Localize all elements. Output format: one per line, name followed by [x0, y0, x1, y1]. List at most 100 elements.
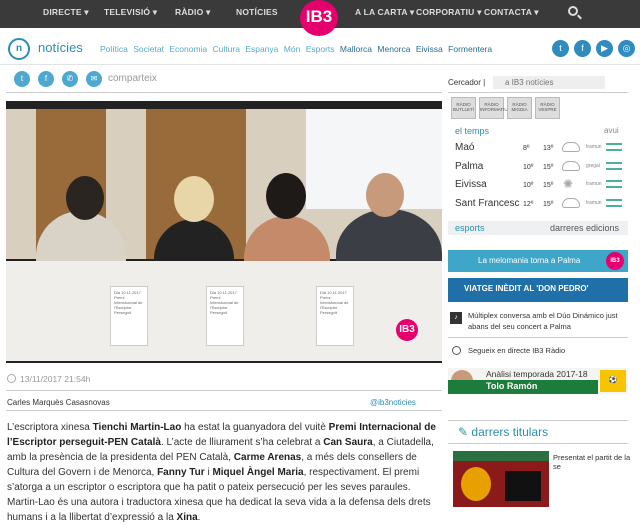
weather-city: Maó: [455, 142, 475, 153]
share-twitter-icon[interactable]: t: [14, 71, 30, 87]
analysis-name: Tolo Ramón: [448, 380, 598, 394]
divider: [0, 64, 640, 65]
sea-wave-icon: [606, 143, 622, 151]
article-text: ha estat la guanyadora del vuitè: [181, 422, 329, 433]
nav-radio[interactable]: RÀDIO ▾: [175, 7, 210, 18]
nav-a-la-carta[interactable]: A LA CARTA ▾: [355, 7, 414, 18]
search-label: Cercador |: [448, 78, 486, 87]
share-whatsapp-icon[interactable]: ✆: [62, 71, 78, 87]
video-card-1: Dia 10.11.2017 Premi Internacional de l'…: [110, 286, 148, 346]
nav-noticies[interactable]: NOTÍCIES: [236, 7, 278, 17]
section-title[interactable]: notícies: [38, 40, 83, 55]
sidebar-search-input[interactable]: [493, 76, 605, 89]
weather-low: 12º: [523, 201, 534, 208]
video-watermark-logo: IB3: [396, 319, 418, 341]
weather-wind: tramun: [586, 144, 602, 150]
share-mail-icon[interactable]: ✉: [86, 71, 102, 87]
article-bold: Can Saura: [323, 437, 373, 448]
don-pedro-banner[interactable]: VIATGE INÈDIT AL 'DON PEDRO': [448, 278, 628, 302]
weather-high: 15º: [543, 182, 554, 189]
video-head-4: [366, 173, 404, 217]
youtube-icon[interactable]: ▶: [596, 40, 613, 57]
radio-vespre-button[interactable]: RÀDIO VESPRE: [535, 97, 560, 119]
video-card-2: Dia 10.11.2017 Premi Internacional de l'…: [206, 286, 244, 346]
nav-contacta[interactable]: CONTACTA ▾: [484, 7, 539, 18]
weather-title: el temps: [455, 126, 490, 136]
darrers-titulars-title: ✎ darrers titulars: [458, 425, 548, 439]
weather-wind: tramun: [586, 200, 602, 206]
facebook-icon[interactable]: f: [574, 40, 591, 57]
ib3-logo[interactable]: IB3: [300, 0, 338, 36]
category-menorca[interactable]: Menorca: [377, 44, 410, 54]
tag-icon: ✎: [458, 425, 472, 439]
weather-low: 10º: [523, 164, 534, 171]
tab-esports[interactable]: esports: [455, 223, 485, 233]
radio-migdia-button[interactable]: RÀDIO MIGDIA: [507, 97, 532, 119]
instagram-icon[interactable]: ◎: [618, 40, 635, 57]
news-headline[interactable]: Presentat el partit de la se: [553, 453, 640, 471]
video-player[interactable]: Dia 10.11.2017 Premi Internacional de l'…: [6, 101, 442, 363]
team-badge-icon: ⚽: [600, 370, 626, 392]
publish-date: 13/11/2017 21:54h: [20, 374, 91, 384]
category-mallorca[interactable]: Mallorca: [340, 44, 372, 54]
twitter-handle[interactable]: @ib3noticies: [370, 398, 416, 407]
live-radio-link[interactable]: Segueix en directe IB3 Ràdio: [468, 346, 565, 355]
divider: [448, 443, 628, 444]
sea-wave-icon: [606, 180, 622, 188]
category-economia[interactable]: Economia: [169, 44, 207, 54]
cloud-icon: [562, 198, 580, 208]
weather-wind: gregal: [586, 163, 600, 169]
article-text: . L’acte de lliurament s’ha celebrat a: [160, 437, 324, 448]
category-mon[interactable]: Món: [284, 44, 301, 54]
category-societat[interactable]: Societat: [133, 44, 164, 54]
radio-butlleti-button[interactable]: RÀDIO BUTLLETÍ: [451, 97, 476, 119]
article-bold: Carme Arenas: [233, 452, 302, 463]
video-head-2: [174, 176, 214, 222]
twitter-icon[interactable]: t: [552, 40, 569, 57]
category-cultura[interactable]: Cultura: [213, 44, 240, 54]
video-head-3: [266, 173, 306, 219]
live-radio-icon: [452, 346, 461, 355]
article-text: L’escriptora xinesa: [7, 422, 93, 433]
weather-low: 10º: [523, 182, 534, 189]
nav-directe[interactable]: DIRECTE ▾: [43, 7, 89, 18]
category-espanya[interactable]: Espanya: [245, 44, 278, 54]
clock-icon: [7, 374, 16, 383]
divider: [6, 410, 442, 411]
category-esports[interactable]: Esports: [306, 44, 335, 54]
cloud-icon: [562, 142, 580, 152]
divider: [448, 92, 628, 93]
tab-darreres-edicions[interactable]: darreres edicions: [550, 223, 619, 233]
divider: [6, 390, 442, 391]
author-name: Carles Marquès Casasnovas: [7, 398, 110, 407]
nav-televisio[interactable]: TELEVISIÓ ▾: [104, 7, 157, 18]
multiplex-icon: ♪: [450, 312, 462, 324]
article-bold: Xina: [176, 512, 198, 523]
share-label: comparteix: [108, 73, 157, 84]
sea-wave-icon: [606, 199, 622, 207]
share-facebook-icon[interactable]: f: [38, 71, 54, 87]
article-text: .: [197, 512, 201, 523]
weather-city: Eivissa: [455, 179, 487, 190]
search-icon[interactable]: [568, 6, 578, 16]
category-eivissa[interactable]: Eivissa: [416, 44, 443, 54]
thumb-player: [505, 471, 541, 501]
article-body: L’escriptora xinesa Tienchi Martin-Lao h…: [7, 420, 441, 525]
radio-informatiu-button[interactable]: RÀDIO INFORMATIU: [479, 97, 508, 119]
nav-corporatiu[interactable]: CORPORATIU ▾: [416, 7, 482, 18]
video-head-1: [66, 176, 104, 220]
news-thumbnail[interactable]: [453, 451, 549, 507]
radio-promo-text[interactable]: Múltiplex conversa amb el Dúo Dinámico j…: [468, 310, 628, 332]
category-nav: Política Societat Economia Cultura Espan…: [100, 44, 495, 54]
article-bold: Fanny Tur: [157, 467, 205, 478]
noticies-logo-icon: n: [8, 38, 30, 60]
weather-city: Sant Francesc: [455, 198, 520, 209]
sun-icon: ✺: [563, 177, 574, 191]
article-bold: Miquel Àngel Maria: [212, 467, 304, 478]
category-politica[interactable]: Política: [100, 44, 128, 54]
melomania-banner[interactable]: La melomania torna a Palma: [448, 250, 628, 272]
weather-high: 15º: [543, 164, 554, 171]
category-formentera[interactable]: Formentera: [448, 44, 492, 54]
divider: [448, 420, 628, 421]
video-card-3: Dia 10.11.2017 Premi Internacional de l'…: [316, 286, 354, 346]
